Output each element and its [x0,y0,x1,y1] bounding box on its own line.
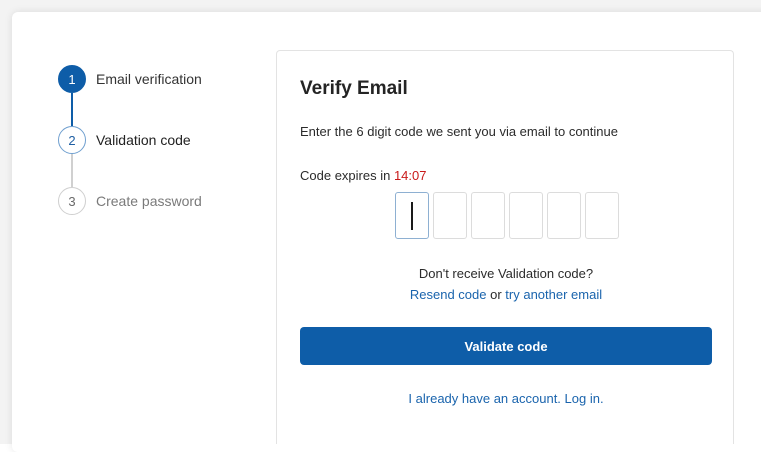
try-another-email-link[interactable]: try another email [505,287,602,302]
resend-options: Resend code or try another email [277,287,735,302]
code-digit-3[interactable] [471,192,505,239]
code-digit-2[interactable] [433,192,467,239]
verify-email-panel: Verify Email Enter the 6 digit code we s… [276,50,734,444]
login-link[interactable]: I already have an account. Log in. [408,391,603,406]
resend-code-link[interactable]: Resend code [410,287,487,302]
code-digit-1[interactable] [395,192,429,239]
or-text: or [486,287,506,302]
code-expiry: Code expires in 14:07 [300,168,427,183]
expiry-timer: 14:07 [393,168,427,183]
step-number-badge: 3 [58,187,86,215]
step-number-badge: 1 [58,65,86,93]
step-label: Create password [96,193,202,209]
expiry-label: Code expires in [300,168,394,183]
step-label: Email verification [96,71,202,87]
step-number-badge: 2 [58,126,86,154]
step-create-password: 3 Create password [58,186,202,216]
code-digit-6[interactable] [585,192,619,239]
step-label: Validation code [96,132,191,148]
code-digit-4[interactable] [509,192,543,239]
step-connector-completed [71,93,73,126]
step-validation-code: 2 Validation code [58,125,191,155]
instructions-text: Enter the 6 digit code we sent you via e… [300,124,618,139]
code-input-group [395,192,619,239]
step-email-verification: 1 Email verification [58,64,202,94]
validate-code-button[interactable]: Validate code [300,327,712,365]
code-digit-5[interactable] [547,192,581,239]
resend-question: Don't receive Validation code? [418,266,594,281]
progress-stepper: 1 Email verification 2 Validation code 3… [58,64,258,224]
page-title: Verify Email [300,78,408,99]
text-caret [411,202,413,230]
step-connector-upcoming [71,154,73,187]
login-link-row: I already have an account. Log in. [277,391,735,406]
